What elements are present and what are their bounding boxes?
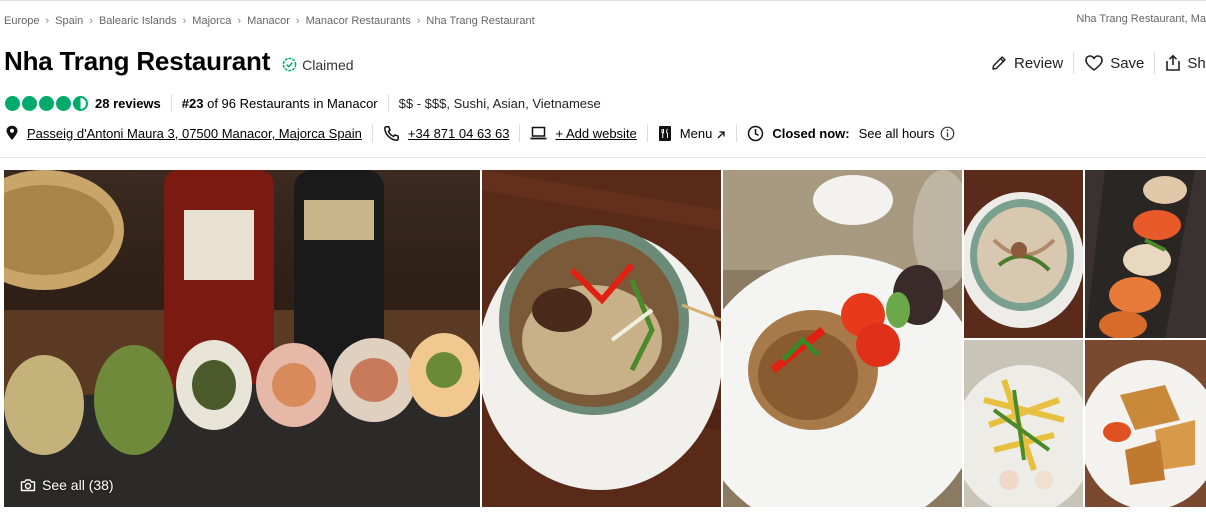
mango-salad-photo [964,340,1083,507]
check-circle-icon [282,57,297,72]
breadcrumb-separator: › [416,15,421,27]
rating-bubble-full [5,95,20,111]
gallery-photo-6[interactable] [964,340,1083,507]
rank-text: of 96 Restaurants in Manacor [203,95,378,111]
menu-label: Menu [679,125,713,141]
add-website-label: + Add website [555,125,637,141]
address-link[interactable]: Passeig d'Antoni Maura 3, 07500 Manacor,… [5,125,362,141]
breadcrumb-current: Nha Trang Restaurant [426,15,535,27]
rating-bubble-half [73,95,88,111]
breadcrumb-europe[interactable]: Europe [4,15,39,27]
divider [371,124,373,142]
camera-icon [20,479,36,492]
action-bar: Review Save Sha [990,52,1206,74]
map-pin-icon [6,125,18,140]
see-all-hours-button[interactable]: See all hours [859,126,955,141]
breadcrumb-separator: › [45,15,50,27]
rating-bubbles [5,95,90,111]
rating-bubble-full [56,95,71,111]
rating-bubble-full [22,95,37,111]
divider [736,124,738,142]
share-label: Sha [1187,54,1206,72]
see-all-hours-label: See all hours [858,125,935,141]
breadcrumb-manacor[interactable]: Manacor [247,15,290,27]
page-title: Nha Trang Restaurant [4,46,271,76]
rating-bubble-full [39,95,54,111]
phone-icon [383,125,399,141]
rank-number: #23 [181,95,204,111]
top-border [0,0,1206,1]
closed-now-label: Closed now: [772,125,850,141]
gallery-photo-7[interactable] [1085,340,1206,507]
divider [646,124,648,142]
section-divider [0,157,1206,158]
sushi-photo [4,170,480,507]
breadcrumb-spain[interactable]: Spain [55,15,83,27]
review-label: Review [1014,54,1064,72]
reviews-link[interactable]: 28 reviews [95,96,161,111]
ranking-link[interactable]: #23 of 96 Restaurants in Manacor [182,96,378,111]
share-icon [1166,54,1181,71]
external-link-icon [717,131,725,139]
breadcrumb-balearic-islands[interactable]: Balearic Islands [99,15,177,27]
info-row: Passeig d'Antoni Maura 3, 07500 Manacor,… [5,124,955,142]
photo-gallery: See all (38) [4,170,1206,507]
breadcrumb-separator: › [89,15,93,27]
pho-photo [482,170,721,507]
see-all-label: See all (38) [42,477,114,493]
breadcrumb-separator: › [182,15,187,27]
gallery-photo-main[interactable]: See all (38) [4,170,480,507]
spring-rolls-photo [1085,340,1206,507]
see-all-photos-button[interactable]: See all (38) [20,477,114,493]
save-label: Save [1110,54,1145,72]
phone-link[interactable]: +34 871 04 63 63 [383,125,510,142]
divider [387,94,389,112]
save-button[interactable]: Save [1084,54,1144,72]
pencil-icon [992,56,1006,70]
gallery-photo-5[interactable] [1085,170,1206,338]
noodle-soup-photo [964,170,1083,338]
laptop-icon [530,126,547,140]
breadcrumb-manacor-restaurants[interactable]: Manacor Restaurants [306,15,411,27]
info-icon [940,126,954,140]
price-cuisine-text: $$ - $$$, Sushi, Asian, Vietnamese [398,95,601,111]
breadcrumb: Europe › Spain › Balearic Islands › Majo… [4,13,1206,29]
menu-link[interactable]: Menu [658,125,727,142]
claimed-label: Claimed [302,56,354,73]
review-button[interactable]: Review [990,54,1063,72]
clock-icon [748,125,764,141]
menu-book-icon [658,125,671,141]
gallery-photo-4[interactable] [964,170,1083,338]
claimed-badge[interactable]: Claimed [282,56,354,73]
breadcrumb-separator: › [295,15,300,27]
gallery-photo-3[interactable] [723,170,962,507]
rating-row: 28 reviews #23 of 96 Restaurants in Mana… [5,94,601,112]
sushi-platter-photo [1085,170,1206,338]
share-button[interactable]: Sha [1165,54,1206,72]
add-website-link[interactable]: + Add website [530,125,637,141]
phone-number: +34 871 04 63 63 [407,125,510,141]
breadcrumb-right-text: Nha Trang Restaurant, Ma [1076,13,1206,25]
title-row: Nha Trang Restaurant Claimed [4,46,354,77]
action-divider [1154,52,1156,74]
hours-status: Closed now: [747,125,850,142]
divider [170,94,172,112]
divider [519,124,521,142]
breadcrumb-separator: › [237,15,242,27]
gallery-photo-2[interactable] [482,170,721,507]
heart-icon [1085,55,1103,71]
address-text: Passeig d'Antoni Maura 3, 07500 Manacor,… [27,125,362,141]
fried-rice-photo [723,170,962,507]
action-divider [1073,52,1075,74]
breadcrumb-majorca[interactable]: Majorca [192,15,231,27]
